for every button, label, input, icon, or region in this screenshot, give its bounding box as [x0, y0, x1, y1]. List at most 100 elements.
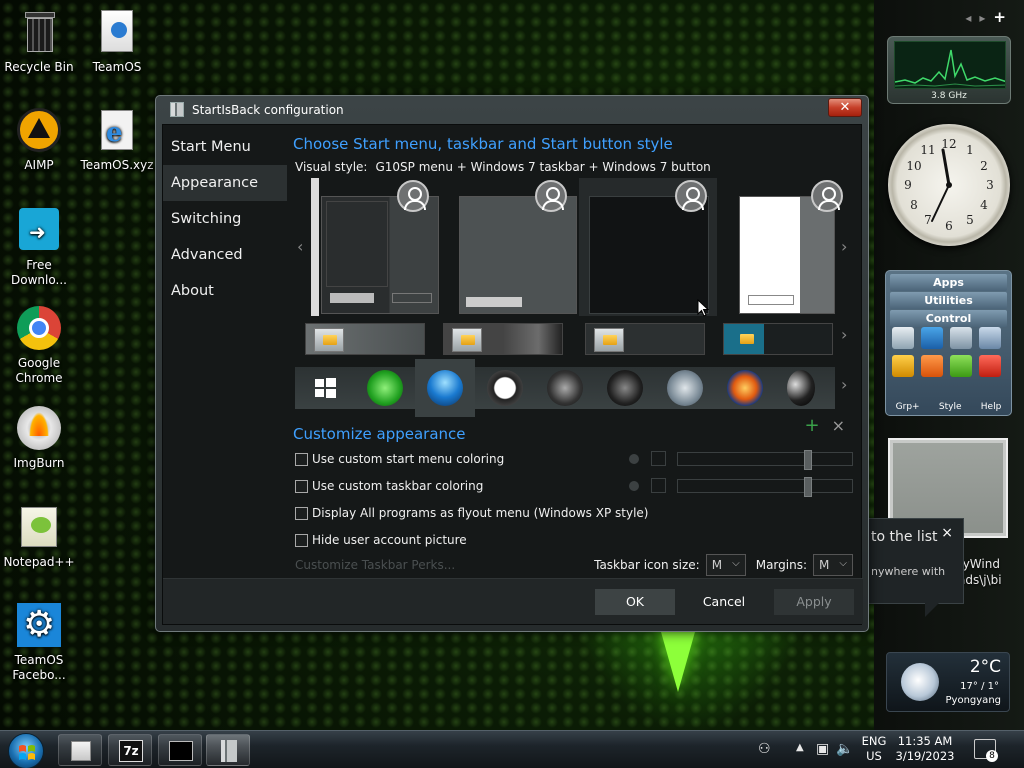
menu-style-option[interactable]: [729, 178, 843, 316]
launcher-groups-button[interactable]: Grp+: [896, 402, 920, 412]
launcher-style-button[interactable]: Style: [939, 402, 962, 412]
power-icon[interactable]: [921, 355, 943, 377]
settings-nav: Start Menu Appearance Switching Advanced…: [163, 125, 287, 580]
checkbox-box[interactable]: [295, 452, 308, 466]
notification-center-icon[interactable]: 8: [974, 739, 998, 762]
orb-styles-next-arrow[interactable]: ›: [841, 375, 847, 394]
control-panel-icon[interactable]: [921, 327, 943, 349]
region-code: US: [866, 749, 882, 763]
window-titlebar[interactable]: StartIsBack configuration ✕: [156, 96, 868, 123]
customize-taskbar-perks-link: Customize Taskbar Perks...: [295, 558, 456, 572]
desktop-icon-imgburn[interactable]: ImgBurn: [0, 404, 78, 471]
add-gadget-icon[interactable]: +: [993, 8, 1014, 26]
menu-styles-prev-arrow[interactable]: ‹: [297, 237, 303, 256]
desktop-icon-recycle-bin[interactable]: Recycle Bin: [0, 8, 78, 75]
chevron-right-icon[interactable]: ▸: [979, 11, 993, 25]
menu-style-option[interactable]: [449, 178, 577, 316]
switch-user-icon[interactable]: [950, 355, 972, 377]
nav-item-about[interactable]: About: [163, 273, 287, 309]
start-button[interactable]: [8, 733, 44, 768]
taskbar-styles-next-arrow[interactable]: ›: [841, 325, 847, 344]
start-menu-style-list: [311, 178, 843, 316]
windows-flag-orb[interactable]: [307, 370, 343, 406]
computer-icon[interactable]: [950, 327, 972, 349]
white-orb[interactable]: [487, 370, 523, 406]
cancel-button[interactable]: Cancel: [684, 589, 764, 615]
cpu-meter-gadget[interactable]: 3.8 GHz: [887, 36, 1011, 104]
show-hidden-icons-chevron[interactable]: ▲: [796, 742, 804, 753]
taskbar-app-cmd[interactable]: [158, 734, 202, 766]
taskbar-style-list: [305, 323, 835, 355]
tooltip-close-icon[interactable]: ×: [941, 525, 953, 541]
clock[interactable]: 11:35 AM 3/19/2023: [894, 734, 956, 764]
color-lock-icon: [629, 481, 639, 491]
margins-dropdown[interactable]: M ⌵: [813, 554, 853, 576]
window-close-button[interactable]: ✕: [828, 98, 862, 117]
desktop-icon-aimp[interactable]: AIMP: [0, 106, 78, 173]
network-icon[interactable]: ▣: [816, 741, 829, 757]
dark-orb[interactable]: [547, 370, 583, 406]
taskbar-app-7zip[interactable]: 7z: [108, 734, 152, 766]
menu-style-option-selected[interactable]: [579, 178, 717, 316]
taskbar-style-option[interactable]: [443, 323, 563, 355]
windows7-orb[interactable]: [427, 370, 463, 406]
taskbar-style-option[interactable]: [305, 323, 425, 355]
startisback-config-window: StartIsBack configuration ✕ Start Menu A…: [155, 95, 869, 632]
desktop-icon-notepad-plus[interactable]: Notepad++: [0, 503, 78, 570]
desktop-icon-chrome[interactable]: Google Chrome: [0, 304, 78, 386]
menu-styles-next-arrow[interactable]: ›: [841, 237, 847, 256]
launcher-help-button[interactable]: Help: [981, 402, 1002, 412]
clover-orb[interactable]: [367, 370, 403, 406]
people-icon[interactable]: ⚇: [758, 741, 771, 757]
checkbox-custom-start-menu-color[interactable]: Use custom start menu coloring: [295, 450, 504, 468]
dialog-button-bar: OK Cancel Apply: [163, 578, 863, 624]
black-orb[interactable]: [607, 370, 643, 406]
weather-gadget[interactable]: 2°C 17° / 1° Pyongyang: [886, 652, 1010, 712]
desktop-icon-teamos-facebook[interactable]: ⚙ TeamOS Facebo...: [0, 601, 78, 683]
remove-scheme-icon[interactable]: ×: [832, 416, 845, 435]
taskbar-color-controls: [625, 477, 855, 497]
desktop-icon-teamos-xyz[interactable]: e TeamOS.xyz: [78, 106, 156, 173]
checkbox-box[interactable]: [295, 506, 308, 520]
taskbar-style-option[interactable]: [585, 323, 705, 355]
chevron-left-icon[interactable]: ◂: [965, 11, 979, 25]
glossy-orb[interactable]: [787, 370, 815, 406]
recycle-bin-icon[interactable]: [892, 327, 914, 349]
desktop-icon-free-download[interactable]: ➜ Free Downlo...: [0, 206, 78, 288]
checkbox-flyout-all-programs[interactable]: Display All programs as flyout menu (Win…: [295, 504, 648, 522]
shutdown-icon[interactable]: [979, 355, 1001, 377]
checkbox-custom-taskbar-color[interactable]: Use custom taskbar coloring: [295, 477, 483, 495]
apply-button[interactable]: Apply: [774, 589, 854, 615]
network-icon[interactable]: [979, 327, 1001, 349]
taskbar-style-option[interactable]: [723, 323, 833, 355]
desktop-icon-teamos[interactable]: TeamOS: [78, 8, 156, 75]
taskbar-app-blank[interactable]: [58, 734, 102, 766]
checkbox-box[interactable]: [295, 479, 308, 493]
chevron-down-icon: ⌵: [839, 558, 847, 569]
input-language[interactable]: ENG US: [860, 734, 888, 764]
launcher-menu-control[interactable]: Control: [890, 310, 1007, 327]
user-avatar-icon: [811, 180, 843, 212]
menu-style-option[interactable]: [311, 178, 439, 316]
lock-icon[interactable]: [892, 355, 914, 377]
taskbar-icon-size-dropdown[interactable]: M ⌵: [705, 554, 746, 576]
checkbox-hide-user-picture[interactable]: Hide user account picture: [295, 531, 467, 549]
taskbar-app-startisback[interactable]: [206, 734, 250, 766]
launcher-menu-apps[interactable]: Apps: [890, 274, 1007, 291]
opacity-slider-track: [677, 477, 853, 497]
add-scheme-icon[interactable]: +: [805, 415, 820, 436]
nav-item-advanced[interactable]: Advanced: [163, 237, 287, 273]
user-avatar-icon: [397, 180, 429, 212]
nav-item-switching[interactable]: Switching: [163, 201, 287, 237]
nav-item-start-menu[interactable]: Start Menu: [163, 129, 287, 165]
volume-muted-icon[interactable]: 🔈: [836, 741, 853, 757]
silver-orb[interactable]: [667, 370, 703, 406]
nav-item-appearance[interactable]: Appearance: [163, 165, 287, 201]
clock-gadget[interactable]: 12 1 2 3 4 5 6 7 8 9 10 11: [888, 124, 1010, 246]
checkbox-box[interactable]: [295, 533, 308, 547]
vista-orb[interactable]: [727, 370, 763, 406]
system-tray: ⚇ ▲ ▣ 🔈 ENG US 11:35 AM 3/19/2023 8: [744, 731, 1024, 768]
ok-button[interactable]: OK: [595, 589, 675, 615]
launcher-menu-utilities[interactable]: Utilities: [890, 292, 1007, 309]
folder-icon: [594, 328, 624, 352]
